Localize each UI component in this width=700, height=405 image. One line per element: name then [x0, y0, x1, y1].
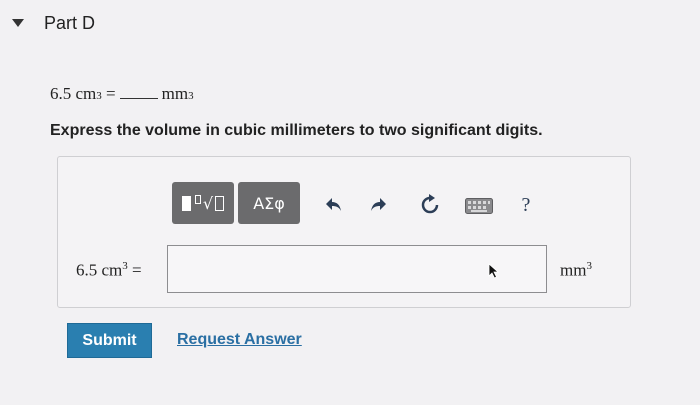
answer-blank [119, 97, 158, 99]
answer-right-exp: 3 [586, 260, 592, 272]
help-button[interactable]: ? [516, 192, 536, 218]
reset-icon [421, 194, 439, 214]
question-statement: 6.5 cm 3 = mm 3 [50, 84, 194, 104]
answer-right-unit: mm [560, 260, 587, 280]
templates-icon: √ [180, 194, 226, 213]
answer-left-unit: cm [101, 260, 123, 280]
answer-left-exp: 3 [122, 260, 128, 272]
question-value: 6.5 [50, 84, 72, 103]
reset-button[interactable] [418, 193, 442, 217]
submit-button[interactable]: Submit [67, 323, 152, 358]
greek-symbols-icon: ΑΣφ [253, 193, 285, 213]
help-icon: ? [521, 193, 531, 216]
answer-suffix: mm3 [560, 260, 592, 281]
math-toolbar: √ ΑΣφ [172, 182, 300, 224]
keyboard-icon [465, 198, 493, 214]
part-title: Part D [44, 12, 96, 33]
collapse-caret-icon[interactable] [12, 19, 24, 27]
question-equals: = [106, 84, 116, 103]
instruction-text: Express the volume in cubic millimeters … [50, 122, 543, 139]
undo-button[interactable] [322, 193, 346, 217]
greek-symbols-button[interactable]: ΑΣφ [238, 182, 300, 224]
part-header[interactable]: Part D [12, 10, 95, 36]
redo-button[interactable] [366, 193, 390, 217]
request-answer-link[interactable]: Request Answer [177, 331, 302, 349]
answer-left-value: 6.5 [76, 260, 98, 280]
question-unit-from-exp: 3 [96, 90, 102, 102]
mouse-cursor-icon [488, 263, 500, 284]
keyboard-button[interactable] [464, 197, 494, 215]
question-unit-to-exp: 3 [188, 90, 194, 102]
redo-icon [371, 198, 386, 211]
answer-equals: = [132, 260, 142, 280]
undo-icon [326, 198, 341, 211]
templates-button[interactable]: √ [172, 182, 234, 224]
question-unit-to: mm [161, 84, 189, 103]
answer-prefix: 6.5 cm3 = [76, 260, 142, 281]
question-unit-from: cm [75, 84, 97, 103]
